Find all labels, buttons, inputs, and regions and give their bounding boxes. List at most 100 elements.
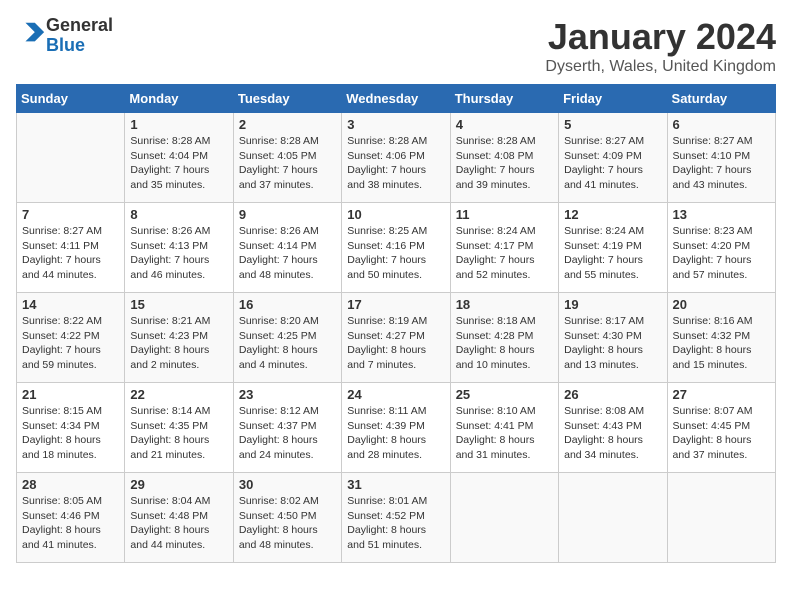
day-number: 22 xyxy=(130,387,227,402)
day-number: 29 xyxy=(130,477,227,492)
day-number: 16 xyxy=(239,297,336,312)
logo-icon xyxy=(18,19,46,47)
day-info: Sunrise: 8:28 AMSunset: 4:05 PMDaylight:… xyxy=(239,134,336,193)
calendar-cell: 18Sunrise: 8:18 AMSunset: 4:28 PMDayligh… xyxy=(450,293,558,383)
calendar-table: SundayMondayTuesdayWednesdayThursdayFrid… xyxy=(16,84,776,563)
day-number: 25 xyxy=(456,387,553,402)
calendar-cell: 30Sunrise: 8:02 AMSunset: 4:50 PMDayligh… xyxy=(233,473,341,563)
day-number: 18 xyxy=(456,297,553,312)
day-number: 8 xyxy=(130,207,227,222)
day-info: Sunrise: 8:21 AMSunset: 4:23 PMDaylight:… xyxy=(130,314,227,373)
day-info: Sunrise: 8:23 AMSunset: 4:20 PMDaylight:… xyxy=(673,224,770,283)
calendar-cell: 4 Sunrise: 8:28 AMSunset: 4:08 PMDaylight… xyxy=(450,113,558,203)
day-info: Sunrise: 8:15 AMSunset: 4:34 PMDaylight:… xyxy=(22,404,119,463)
day-number: 5 xyxy=(564,117,661,132)
calendar-cell: 19Sunrise: 8:17 AMSunset: 4:30 PMDayligh… xyxy=(559,293,667,383)
logo-text: General Blue xyxy=(46,16,113,56)
day-number: 17 xyxy=(347,297,444,312)
day-info: Sunrise: 8:05 AMSunset: 4:46 PMDaylight:… xyxy=(22,494,119,553)
day-number: 3 xyxy=(347,117,444,132)
day-info: Sunrise: 8:16 AMSunset: 4:32 PMDaylight:… xyxy=(673,314,770,373)
day-number: 21 xyxy=(22,387,119,402)
title-block: January 2024 Dyserth, Wales, United King… xyxy=(545,16,776,76)
calendar-cell: 27Sunrise: 8:07 AMSunset: 4:45 PMDayligh… xyxy=(667,383,775,473)
header-thursday: Thursday xyxy=(450,85,558,113)
calendar-cell: 9Sunrise: 8:26 AMSunset: 4:14 PMDaylight… xyxy=(233,203,341,293)
month-title: January 2024 xyxy=(545,16,776,58)
day-info: Sunrise: 8:14 AMSunset: 4:35 PMDaylight:… xyxy=(130,404,227,463)
calendar-week-1: 7 Sunrise: 8:27 AMSunset: 4:11 PMDaylight… xyxy=(17,203,776,293)
calendar-cell: 24 Sunrise: 8:11 AMSunset: 4:39 PMDayligh… xyxy=(342,383,450,473)
day-info: Sunrise: 8:19 AMSunset: 4:27 PMDaylight:… xyxy=(347,314,444,373)
calendar-cell: 25 Sunrise: 8:10 AMSunset: 4:41 PMDayligh… xyxy=(450,383,558,473)
day-info: Sunrise: 8:08 AMSunset: 4:43 PMDaylight:… xyxy=(564,404,661,463)
day-number: 14 xyxy=(22,297,119,312)
calendar-cell: 2Sunrise: 8:28 AMSunset: 4:05 PMDaylight… xyxy=(233,113,341,203)
day-number: 26 xyxy=(564,387,661,402)
page-header: General Blue January 2024 Dyserth, Wales… xyxy=(16,16,776,76)
header-tuesday: Tuesday xyxy=(233,85,341,113)
calendar-week-0: 1 Sunrise: 8:28 AMSunset: 4:04 PMDaylight… xyxy=(17,113,776,203)
calendar-cell xyxy=(17,113,125,203)
calendar-cell: 21 Sunrise: 8:15 AMSunset: 4:34 PMDayligh… xyxy=(17,383,125,473)
day-info: Sunrise: 8:26 AMSunset: 4:13 PMDaylight:… xyxy=(130,224,227,283)
day-info: Sunrise: 8:07 AMSunset: 4:45 PMDaylight:… xyxy=(673,404,770,463)
calendar-cell xyxy=(667,473,775,563)
day-number: 13 xyxy=(673,207,770,222)
day-info: Sunrise: 8:20 AMSunset: 4:25 PMDaylight:… xyxy=(239,314,336,373)
calendar-cell: 28 Sunrise: 8:05 AMSunset: 4:46 PMDayligh… xyxy=(17,473,125,563)
header-wednesday: Wednesday xyxy=(342,85,450,113)
day-info: Sunrise: 8:22 AMSunset: 4:22 PMDaylight:… xyxy=(22,314,119,373)
day-info: Sunrise: 8:27 AMSunset: 4:09 PMDaylight:… xyxy=(564,134,661,193)
day-info: Sunrise: 8:28 AMSunset: 4:06 PMDaylight:… xyxy=(347,134,444,193)
calendar-header-row: SundayMondayTuesdayWednesdayThursdayFrid… xyxy=(17,85,776,113)
day-info: Sunrise: 8:25 AMSunset: 4:16 PMDaylight:… xyxy=(347,224,444,283)
day-number: 1 xyxy=(130,117,227,132)
day-info: Sunrise: 8:28 AMSunset: 4:08 PMDaylight:… xyxy=(456,134,553,193)
day-number: 23 xyxy=(239,387,336,402)
day-info: Sunrise: 8:27 AMSunset: 4:10 PMDaylight:… xyxy=(673,134,770,193)
day-info: Sunrise: 8:11 AMSunset: 4:39 PMDaylight:… xyxy=(347,404,444,463)
day-info: Sunrise: 8:12 AMSunset: 4:37 PMDaylight:… xyxy=(239,404,336,463)
day-number: 19 xyxy=(564,297,661,312)
calendar-cell: 12 Sunrise: 8:24 AMSunset: 4:19 PMDayligh… xyxy=(559,203,667,293)
day-number: 4 xyxy=(456,117,553,132)
calendar-week-4: 28 Sunrise: 8:05 AMSunset: 4:46 PMDayligh… xyxy=(17,473,776,563)
calendar-cell: 8 Sunrise: 8:26 AMSunset: 4:13 PMDaylight… xyxy=(125,203,233,293)
calendar-cell: 5 Sunrise: 8:27 AMSunset: 4:09 PMDaylight… xyxy=(559,113,667,203)
header-sunday: Sunday xyxy=(17,85,125,113)
day-info: Sunrise: 8:01 AMSunset: 4:52 PMDaylight:… xyxy=(347,494,444,553)
calendar-cell: 17 Sunrise: 8:19 AMSunset: 4:27 PMDayligh… xyxy=(342,293,450,383)
calendar-week-3: 21 Sunrise: 8:15 AMSunset: 4:34 PMDayligh… xyxy=(17,383,776,473)
day-number: 11 xyxy=(456,207,553,222)
day-number: 12 xyxy=(564,207,661,222)
day-info: Sunrise: 8:10 AMSunset: 4:41 PMDaylight:… xyxy=(456,404,553,463)
day-info: Sunrise: 8:24 AMSunset: 4:19 PMDaylight:… xyxy=(564,224,661,283)
day-number: 24 xyxy=(347,387,444,402)
calendar-cell: 7 Sunrise: 8:27 AMSunset: 4:11 PMDaylight… xyxy=(17,203,125,293)
calendar-cell: 20 Sunrise: 8:16 AMSunset: 4:32 PMDayligh… xyxy=(667,293,775,383)
calendar-cell: 31 Sunrise: 8:01 AMSunset: 4:52 PMDayligh… xyxy=(342,473,450,563)
calendar-cell: 29Sunrise: 8:04 AMSunset: 4:48 PMDayligh… xyxy=(125,473,233,563)
calendar-cell: 1 Sunrise: 8:28 AMSunset: 4:04 PMDaylight… xyxy=(125,113,233,203)
day-number: 20 xyxy=(673,297,770,312)
day-info: Sunrise: 8:28 AMSunset: 4:04 PMDaylight:… xyxy=(130,134,227,193)
calendar-cell: 6Sunrise: 8:27 AMSunset: 4:10 PMDaylight… xyxy=(667,113,775,203)
location: Dyserth, Wales, United Kingdom xyxy=(545,58,776,76)
calendar-cell: 3 Sunrise: 8:28 AMSunset: 4:06 PMDaylight… xyxy=(342,113,450,203)
day-number: 7 xyxy=(22,207,119,222)
calendar-cell: 11 Sunrise: 8:24 AMSunset: 4:17 PMDayligh… xyxy=(450,203,558,293)
day-info: Sunrise: 8:27 AMSunset: 4:11 PMDaylight:… xyxy=(22,224,119,283)
day-number: 15 xyxy=(130,297,227,312)
calendar-cell: 15 Sunrise: 8:21 AMSunset: 4:23 PMDayligh… xyxy=(125,293,233,383)
day-number: 31 xyxy=(347,477,444,492)
calendar-cell: 13 Sunrise: 8:23 AMSunset: 4:20 PMDayligh… xyxy=(667,203,775,293)
calendar-cell: 16 Sunrise: 8:20 AMSunset: 4:25 PMDayligh… xyxy=(233,293,341,383)
logo: General Blue xyxy=(16,16,113,56)
calendar-cell xyxy=(559,473,667,563)
day-number: 28 xyxy=(22,477,119,492)
day-number: 9 xyxy=(239,207,336,222)
header-friday: Friday xyxy=(559,85,667,113)
day-info: Sunrise: 8:24 AMSunset: 4:17 PMDaylight:… xyxy=(456,224,553,283)
day-info: Sunrise: 8:02 AMSunset: 4:50 PMDaylight:… xyxy=(239,494,336,553)
